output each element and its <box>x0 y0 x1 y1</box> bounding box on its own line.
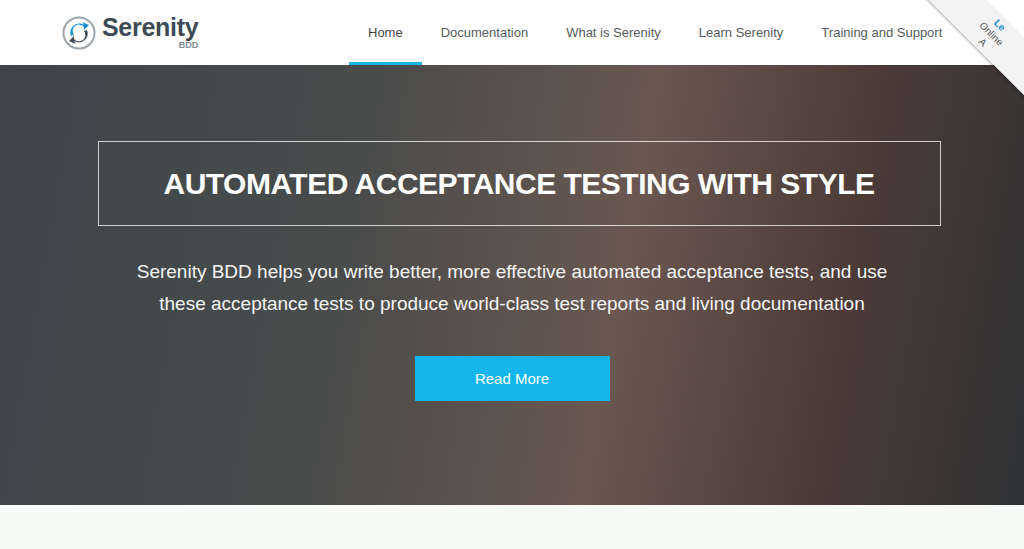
read-more-button[interactable]: Read More <box>415 356 610 401</box>
logo-text: SerenityBDD <box>102 15 198 50</box>
hero-banner: AUTOMATED ACCEPTANCE TESTING WITH STYLE S… <box>0 65 1024 505</box>
site-header: SerenityBDD HomeDocumentationWhat is Sere… <box>0 0 1024 65</box>
hero-title-box: AUTOMATED ACCEPTANCE TESTING WITH STYLE <box>98 141 941 226</box>
hero-title: AUTOMATED ACCEPTANCE TESTING WITH STYLE <box>163 167 874 201</box>
serenity-logo-icon <box>62 16 96 50</box>
nav-item[interactable]: Home <box>349 0 422 65</box>
nav-item[interactable]: Training and Support <box>802 0 961 65</box>
main-nav: HomeDocumentationWhat is SerenityLearn S… <box>349 0 961 65</box>
hero-subtitle: Serenity BDD helps you write better, mor… <box>117 256 907 320</box>
nav-item[interactable]: Documentation <box>422 0 547 65</box>
content-strip <box>0 505 1024 549</box>
logo[interactable]: SerenityBDD <box>62 0 222 65</box>
logo-sub: BDD <box>179 41 199 50</box>
nav-item[interactable]: What is Serenity <box>547 0 680 65</box>
nav-item[interactable]: Learn Serenity <box>680 0 803 65</box>
logo-name: Serenity <box>102 15 198 40</box>
ribbon-text: A <box>976 36 989 49</box>
